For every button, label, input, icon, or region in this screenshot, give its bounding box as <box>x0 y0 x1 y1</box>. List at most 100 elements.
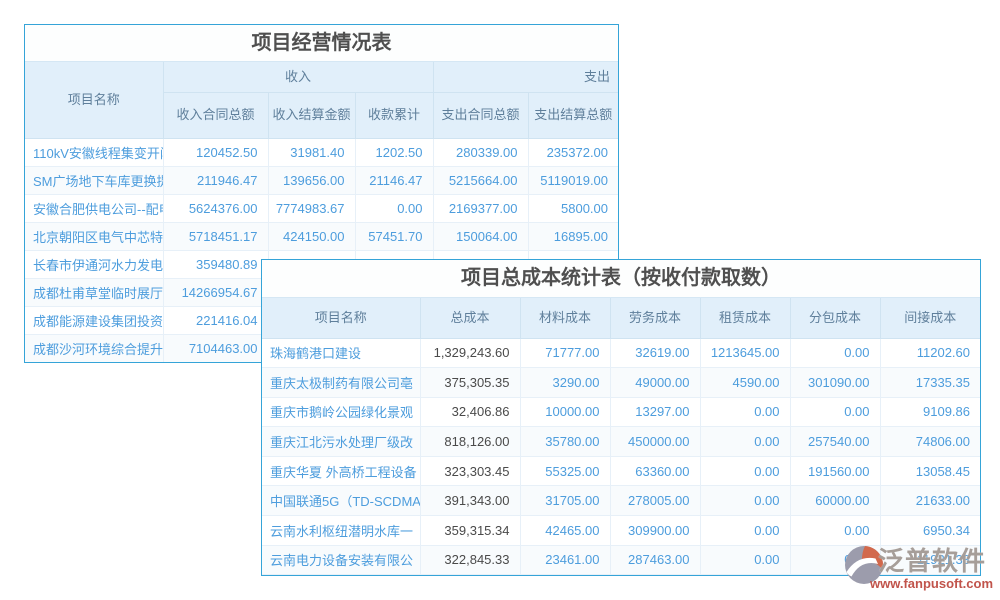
table-row: 重庆江北污水处理厂级改818,126.0035780.00450000.000.… <box>262 427 980 457</box>
value-cell: 359,315.34 <box>420 516 520 546</box>
project-name-cell[interactable]: 重庆市鹅岭公园绿化景观 <box>262 397 420 427</box>
project-name-cell[interactable]: 成都沙河环境综合提升 <box>25 334 163 362</box>
col-header-indirect-cost: 间接成本 <box>880 298 980 338</box>
value-cell: 10000.00 <box>520 397 610 427</box>
value-cell: 16895.00 <box>528 222 618 250</box>
value-cell: 60000.00 <box>790 486 880 516</box>
value-cell: 257540.00 <box>790 427 880 457</box>
project-name-cell[interactable]: 重庆太极制药有限公司亳 <box>262 368 420 398</box>
value-cell: 5215664.00 <box>433 166 528 194</box>
table2-header-row: 项目名称 总成本 材料成本 劳务成本 租赁成本 分包成本 间接成本 <box>262 298 980 338</box>
value-cell: 9109.86 <box>880 397 980 427</box>
value-cell: 13297.00 <box>610 397 700 427</box>
table-row: 重庆华夏 外高桥工程设备323,303.4555325.0063360.000.… <box>262 456 980 486</box>
table1-group-header-row: 项目名称 收入 支出 <box>25 62 618 92</box>
value-cell: 0.00 <box>700 545 790 575</box>
value-cell: 14266954.67 <box>163 278 268 306</box>
col-header-income-contract-total: 收入合同总额 <box>163 92 268 138</box>
value-cell: 55325.00 <box>520 456 610 486</box>
value-cell: 150064.00 <box>433 222 528 250</box>
project-name-cell[interactable]: SM广场地下车库更换提 <box>25 166 163 194</box>
project-name-cell[interactable]: 110kV安徽线程集变开闭 <box>25 138 163 166</box>
value-cell: 211946.47 <box>163 166 268 194</box>
value-cell: 32619.00 <box>610 338 700 368</box>
col-header-project-name: 项目名称 <box>262 298 420 338</box>
table-row: SM广场地下车库更换提211946.47139656.0021146.47521… <box>25 166 618 194</box>
value-cell: 301090.00 <box>790 368 880 398</box>
value-cell: 0.00 <box>790 338 880 368</box>
watermark-url-text: www.fanpusoft.com <box>870 576 993 591</box>
value-cell: 1213645.00 <box>700 338 790 368</box>
table-row: 云南水利枢纽潜明水库一359,315.3442465.00309900.000.… <box>262 516 980 546</box>
col-header-subcontract-cost: 分包成本 <box>790 298 880 338</box>
project-name-cell[interactable]: 北京朝阳区电气中芯特 <box>25 222 163 250</box>
value-cell: 309900.00 <box>610 516 700 546</box>
value-cell: 11921.33 <box>880 545 980 575</box>
project-name-cell[interactable]: 重庆华夏 外高桥工程设备 <box>262 456 420 486</box>
value-cell: 31705.00 <box>520 486 610 516</box>
value-cell: 74806.00 <box>880 427 980 457</box>
value-cell: 818,126.00 <box>420 427 520 457</box>
value-cell: 23461.00 <box>520 545 610 575</box>
project-name-cell[interactable]: 中国联通5G（TD-SCDMA <box>262 486 420 516</box>
value-cell: 7104463.00 <box>163 334 268 362</box>
col-header-expense-contract-total: 支出合同总额 <box>433 92 528 138</box>
col-header-receipts-cumulative: 收款累计 <box>355 92 433 138</box>
col-group-income: 收入 <box>163 62 433 92</box>
table1-title: 项目经营情况表 <box>25 25 618 62</box>
col-header-project-name: 项目名称 <box>25 62 163 138</box>
table-row: 北京朝阳区电气中芯特5718451.17424150.0057451.70150… <box>25 222 618 250</box>
value-cell: 235372.00 <box>528 138 618 166</box>
value-cell: 71777.00 <box>520 338 610 368</box>
value-cell: 375,305.35 <box>420 368 520 398</box>
value-cell: 0.00 <box>700 516 790 546</box>
value-cell: 49000.00 <box>610 368 700 398</box>
project-name-cell[interactable]: 成都杜甫草堂临时展厅 <box>25 278 163 306</box>
table-row: 110kV安徽线程集变开闭120452.5031981.401202.50280… <box>25 138 618 166</box>
project-name-cell[interactable]: 重庆江北污水处理厂级改 <box>262 427 420 457</box>
table-row: 重庆市鹅岭公园绿化景观32,406.8610000.0013297.000.00… <box>262 397 980 427</box>
value-cell: 5718451.17 <box>163 222 268 250</box>
project-name-cell[interactable]: 云南电力设备安装有限公 <box>262 545 420 575</box>
value-cell: 6950.34 <box>880 516 980 546</box>
value-cell: 21146.47 <box>355 166 433 194</box>
value-cell: 359480.89 <box>163 250 268 278</box>
project-name-cell[interactable]: 云南水利枢纽潜明水库一 <box>262 516 420 546</box>
table2-body: 珠海鹤港口建设1,329,243.6071777.0032619.0012136… <box>262 338 980 575</box>
value-cell: 0.00 <box>790 516 880 546</box>
value-cell: 7774983.67 <box>268 194 355 222</box>
col-header-material-cost: 材料成本 <box>520 298 610 338</box>
col-header-income-settlement: 收入结算金额 <box>268 92 355 138</box>
value-cell: 120452.50 <box>163 138 268 166</box>
value-cell: 0.00 <box>700 427 790 457</box>
value-cell: 2169377.00 <box>433 194 528 222</box>
value-cell: 280339.00 <box>433 138 528 166</box>
col-header-expense-settlement-total: 支出结算总额 <box>528 92 618 138</box>
value-cell: 42465.00 <box>520 516 610 546</box>
table-row: 珠海鹤港口建设1,329,243.6071777.0032619.0012136… <box>262 338 980 368</box>
value-cell: 3290.00 <box>520 368 610 398</box>
project-name-cell[interactable]: 长春市伊通河水力发电 <box>25 250 163 278</box>
value-cell: 0.00 <box>355 194 433 222</box>
col-header-rental-cost: 租赁成本 <box>700 298 790 338</box>
value-cell: 450000.00 <box>610 427 700 457</box>
value-cell: 191560.00 <box>790 456 880 486</box>
value-cell: 63360.00 <box>610 456 700 486</box>
value-cell: 21633.00 <box>880 486 980 516</box>
col-header-labor-cost: 劳务成本 <box>610 298 700 338</box>
value-cell: 1,329,243.60 <box>420 338 520 368</box>
value-cell: 35780.00 <box>520 427 610 457</box>
value-cell: 17335.35 <box>880 368 980 398</box>
project-name-cell[interactable]: 安徽合肥供电公司--配电 <box>25 194 163 222</box>
project-name-cell[interactable]: 珠海鹤港口建设 <box>262 338 420 368</box>
value-cell: 0.00 <box>700 397 790 427</box>
project-name-cell[interactable]: 成都能源建设集团投资 <box>25 306 163 334</box>
value-cell: 32,406.86 <box>420 397 520 427</box>
value-cell: 1202.50 <box>355 138 433 166</box>
table-row: 中国联通5G（TD-SCDMA391,343.0031705.00278005.… <box>262 486 980 516</box>
table-row: 安徽合肥供电公司--配电5624376.007774983.670.002169… <box>25 194 618 222</box>
value-cell: 5800.00 <box>528 194 618 222</box>
value-cell: 424150.00 <box>268 222 355 250</box>
value-cell: 5119019.00 <box>528 166 618 194</box>
value-cell: 287463.00 <box>610 545 700 575</box>
